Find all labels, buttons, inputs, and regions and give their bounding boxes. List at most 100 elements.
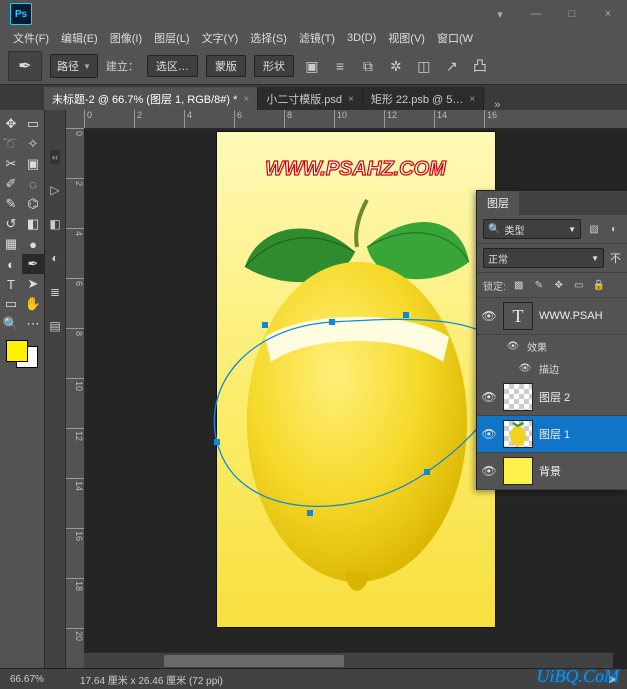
document-canvas[interactable]: WWW.PSAHZ.COM [217, 132, 495, 627]
search-icon: 🔍 [488, 224, 500, 235]
edit-toolbar-icon[interactable]: ⋯ [22, 314, 44, 334]
pen-tool-icon[interactable]: ✒ [22, 254, 44, 274]
menu-3d[interactable]: 3D(D) [344, 32, 379, 44]
lock-all-icon[interactable]: 🔒 [592, 278, 606, 292]
eyedropper-tool-icon[interactable]: ✐ [0, 174, 22, 194]
document-tab[interactable]: 矩形 22.psb @ 5… × [363, 87, 484, 111]
patch-tool-icon[interactable]: ◌ [22, 174, 44, 194]
collapsed-panel-tab[interactable]: ‹‹ [50, 150, 60, 164]
clone-tool-icon[interactable]: ⌬ [22, 194, 44, 214]
layer-thumbnail[interactable] [503, 420, 533, 448]
window-minimize-icon[interactable]: — [523, 8, 549, 21]
current-tool-icon[interactable]: ✒ [8, 51, 42, 81]
menu-file[interactable]: 文件(F) [10, 30, 52, 46]
blend-mode-select[interactable]: 正常 ▼ [483, 248, 604, 268]
layer-name[interactable]: WWW.PSAH [539, 310, 623, 322]
make-selection-button[interactable]: 选区… [147, 55, 198, 77]
layer-thumbnail[interactable] [503, 457, 533, 485]
menu-select[interactable]: 选择(S) [247, 30, 290, 46]
lasso-tool-icon[interactable]: ➰ [0, 134, 22, 154]
scrollbar-thumb[interactable] [164, 655, 344, 667]
frame-tool-icon[interactable]: ▣ [22, 154, 44, 174]
visibility-icon[interactable]: 👁 [481, 464, 497, 478]
filter-image-icon[interactable]: ▧ [587, 222, 601, 236]
adjustments-panel-icon[interactable]: ◐ [47, 250, 63, 266]
visibility-icon[interactable]: 👁 [481, 390, 497, 404]
history-panel-icon[interactable]: ▷ [47, 182, 63, 198]
gradient-tool-icon[interactable]: ▦ [0, 234, 22, 254]
make-mask-button[interactable]: 蒙版 [206, 55, 246, 77]
close-icon[interactable]: × [243, 94, 249, 105]
visibility-icon[interactable]: 👁 [517, 363, 533, 374]
layers-tab[interactable]: 图层 [477, 191, 519, 215]
properties-panel-icon[interactable]: ◧ [47, 216, 63, 232]
tool-mode-select[interactable]: 路径 ▼ [50, 54, 98, 78]
layer-thumbnail[interactable] [503, 383, 533, 411]
menu-layer[interactable]: 图层(L) [151, 30, 192, 46]
horizontal-ruler[interactable]: 0 2 4 6 8 10 12 14 16 [84, 110, 627, 129]
menu-edit[interactable]: 编辑(E) [58, 30, 101, 46]
window-close-icon[interactable]: × [595, 8, 621, 21]
foreground-swatch[interactable] [6, 340, 28, 362]
type-tool-icon[interactable]: T [0, 274, 22, 294]
visibility-icon[interactable]: 👁 [505, 341, 521, 352]
rectangle-tool-icon[interactable]: ▭ [0, 294, 22, 314]
zoom-level[interactable]: 66.67% [10, 674, 80, 685]
lock-artboard-icon[interactable]: ▭ [572, 278, 586, 292]
make-shape-button[interactable]: 形状 [254, 55, 294, 77]
layer-thumbnail-type-icon[interactable]: T [503, 302, 533, 330]
actions-panel-icon[interactable]: ≣ [47, 284, 63, 300]
layer-name[interactable]: 图层 1 [539, 426, 623, 442]
layer-name[interactable]: 背景 [539, 463, 623, 479]
layer-fx-row[interactable]: 👁 效果 [477, 335, 627, 357]
extra-2-icon[interactable]: 凸 [470, 56, 490, 76]
color-swatches[interactable] [6, 340, 38, 368]
channels-panel-icon[interactable]: ▤ [47, 318, 63, 334]
vertical-ruler[interactable]: 0 2 4 6 8 10 12 14 16 18 20 [66, 128, 85, 669]
ruler-origin[interactable] [66, 110, 85, 129]
visibility-icon[interactable]: 👁 [481, 427, 497, 441]
brush-tool-icon[interactable]: ✎ [0, 194, 22, 214]
layer-fx-stroke-row[interactable]: 👁 描边 [477, 357, 627, 379]
layer-row[interactable]: 👁 背景 [477, 453, 627, 490]
lock-position-icon[interactable]: ✥ [552, 278, 566, 292]
gear-icon[interactable]: ✲ [386, 56, 406, 76]
window-menu-icon[interactable]: ▾ [487, 8, 513, 21]
align-icon[interactable]: ≡ [330, 56, 350, 76]
lock-pixels-icon[interactable]: ✎ [532, 278, 546, 292]
arrange-icon[interactable]: ⧉ [358, 56, 378, 76]
extra-1-icon[interactable]: ↗ [442, 56, 462, 76]
menu-window[interactable]: 窗口(W [434, 30, 476, 46]
menu-image[interactable]: 图像(I) [107, 30, 145, 46]
history-brush-tool-icon[interactable]: ↺ [0, 214, 22, 234]
zoom-tool-icon[interactable]: 🔍 [0, 314, 22, 334]
visibility-icon[interactable]: 👁 [481, 309, 497, 323]
menu-type[interactable]: 文字(Y) [199, 30, 242, 46]
move-tool-icon[interactable]: ✥ [0, 114, 22, 134]
lock-transparent-icon[interactable]: ▩ [512, 278, 526, 292]
menu-view[interactable]: 视图(V) [385, 30, 428, 46]
hand-tool-icon[interactable]: ✋ [22, 294, 44, 314]
layer-row[interactable]: 👁 图层 1 [477, 416, 627, 453]
close-icon[interactable]: × [469, 94, 475, 105]
crop-tool-icon[interactable]: ✂ [0, 154, 22, 174]
close-icon[interactable]: × [348, 94, 354, 105]
marquee-tool-icon[interactable]: ▭ [22, 114, 44, 134]
layer-row[interactable]: 👁 图层 2 [477, 379, 627, 416]
dodge-tool-icon[interactable]: ◐ [0, 254, 22, 274]
filter-adjust-icon[interactable]: ◐ [607, 222, 621, 236]
document-tab[interactable]: 小二寸模版.psd × [258, 87, 363, 111]
magic-wand-tool-icon[interactable]: ✧ [22, 134, 44, 154]
path-ops-icon[interactable]: ▣ [302, 56, 322, 76]
document-tab[interactable]: 未标题-2 @ 66.7% (图层 1, RGB/8#) * × [44, 87, 258, 111]
layer-row[interactable]: 👁 T WWW.PSAH [477, 298, 627, 335]
blur-tool-icon[interactable]: ● [22, 234, 44, 254]
path-select-tool-icon[interactable]: ➤ [22, 274, 44, 294]
horizontal-scrollbar[interactable] [84, 652, 613, 669]
eraser-tool-icon[interactable]: ◧ [22, 214, 44, 234]
window-maximize-icon[interactable]: □ [559, 8, 585, 21]
layer-name[interactable]: 图层 2 [539, 389, 623, 405]
menu-filter[interactable]: 滤镜(T) [296, 30, 338, 46]
layer-filter-select[interactable]: 🔍 类型 ▼ [483, 219, 581, 239]
rubber-band-icon[interactable]: ◫ [414, 56, 434, 76]
